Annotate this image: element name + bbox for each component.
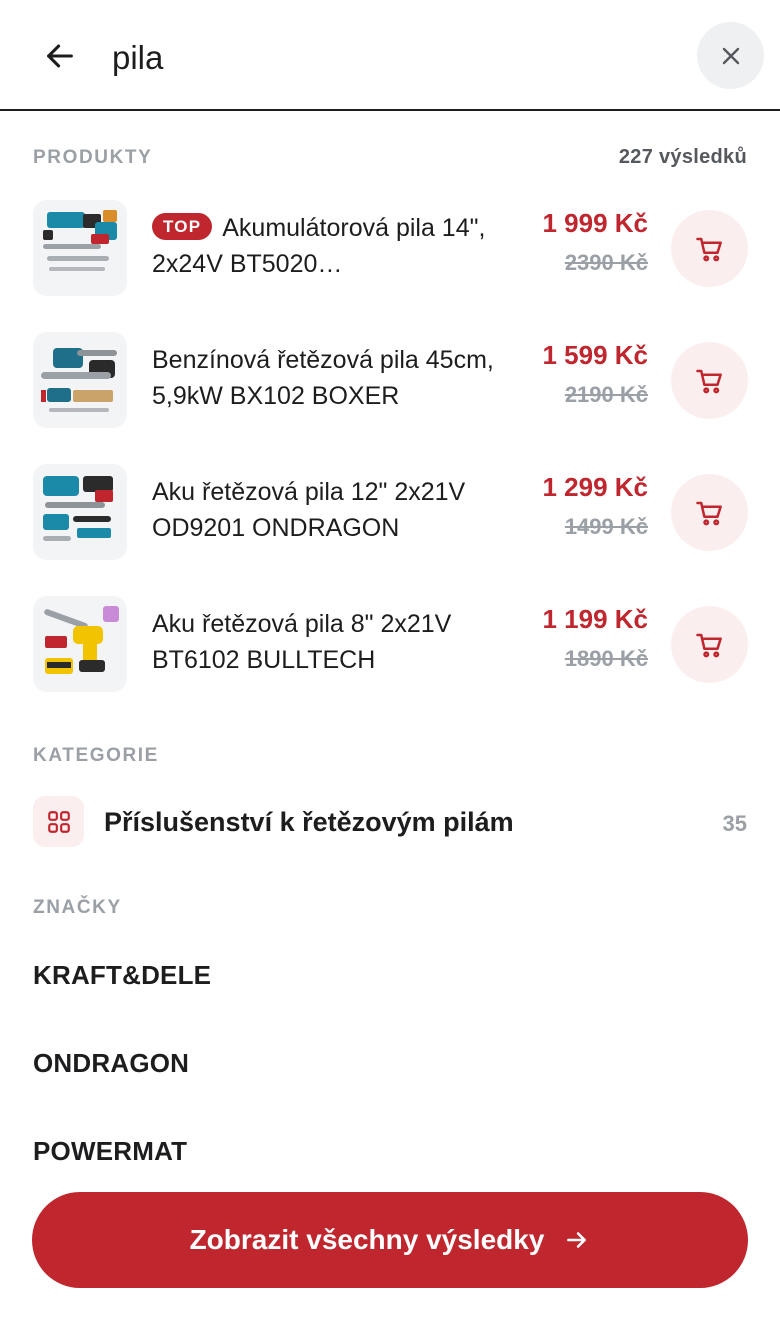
- product-price: 1 199 Kč: [542, 604, 648, 634]
- product-item[interactable]: Benzínová řetězová pila 45cm, 5,9kW BX10…: [0, 332, 780, 432]
- product-price: 1 299 Kč: [542, 472, 648, 502]
- cart-icon: [695, 633, 722, 657]
- arrow-right-icon: [564, 1227, 590, 1253]
- product-price: 1 999 Kč: [542, 208, 648, 238]
- product-thumbnail: [33, 200, 127, 296]
- category-count: 35: [722, 811, 747, 836]
- product-item[interactable]: TOP Akumulátorová pila 14", 2x24V BT5020……: [0, 200, 780, 300]
- brand-link[interactable]: ONDRAGON: [33, 1048, 189, 1079]
- product-name: Aku řetězová pila 12" 2x21V OD9201 ONDRA…: [152, 478, 466, 542]
- products-section-title: PRODUKTY: [33, 147, 153, 168]
- show-all-results-button[interactable]: Zobrazit všechny výsledky: [32, 1192, 748, 1288]
- arrow-left-icon: [47, 44, 73, 68]
- grid-icon: [33, 796, 84, 847]
- brand-link[interactable]: POWERMAT: [33, 1136, 187, 1167]
- add-to-cart-button[interactable]: [671, 342, 748, 419]
- cart-icon: [695, 237, 722, 261]
- product-thumbnail: [33, 596, 127, 692]
- product-item[interactable]: Aku řetězová pila 12" 2x21V OD9201 ONDRA…: [0, 464, 780, 564]
- product-item[interactable]: Aku řetězová pila 8" 2x21V BT6102 BULLTE…: [0, 596, 780, 696]
- product-old-price: 2390 Kč: [564, 250, 648, 275]
- product-old-price: 1890 Kč: [564, 646, 648, 671]
- product-old-price: 1499 Kč: [564, 514, 648, 539]
- top-badge: TOP: [152, 213, 213, 240]
- product-old-price: 2190 Kč: [564, 382, 648, 407]
- product-thumbnail: [33, 464, 127, 560]
- search-header: pila: [0, 0, 780, 111]
- clear-search-button[interactable]: [697, 22, 764, 89]
- search-input[interactable]: pila: [112, 38, 163, 78]
- category-label: Příslušenství k řetězovým pilám: [104, 807, 514, 837]
- category-item[interactable]: Příslušenství k řetězovým pilám 35: [0, 796, 780, 850]
- add-to-cart-button[interactable]: [671, 606, 748, 683]
- product-name: Benzínová řetězová pila 45cm, 5,9kW BX10…: [152, 346, 494, 410]
- categories-section-title: KATEGORIE: [33, 745, 159, 766]
- add-to-cart-button[interactable]: [671, 474, 748, 551]
- brand-link[interactable]: KRAFT&DELE: [33, 960, 211, 991]
- show-all-results-label: Zobrazit všechny výsledky: [189, 1224, 545, 1255]
- product-name: Aku řetězová pila 8" 2x21V BT6102 BULLTE…: [152, 610, 452, 674]
- back-button[interactable]: [40, 36, 80, 76]
- product-name: TOP Akumulátorová pila 14", 2x24V BT5020…: [152, 213, 486, 278]
- brands-section-title: ZNAČKY: [33, 897, 122, 918]
- close-icon: [722, 47, 739, 64]
- results-count: 227 výsledků: [618, 146, 747, 168]
- product-price: 1 599 Kč: [542, 340, 648, 370]
- cart-icon: [695, 501, 722, 525]
- cart-icon: [695, 369, 722, 393]
- add-to-cart-button[interactable]: [671, 210, 748, 287]
- product-thumbnail: [33, 332, 127, 428]
